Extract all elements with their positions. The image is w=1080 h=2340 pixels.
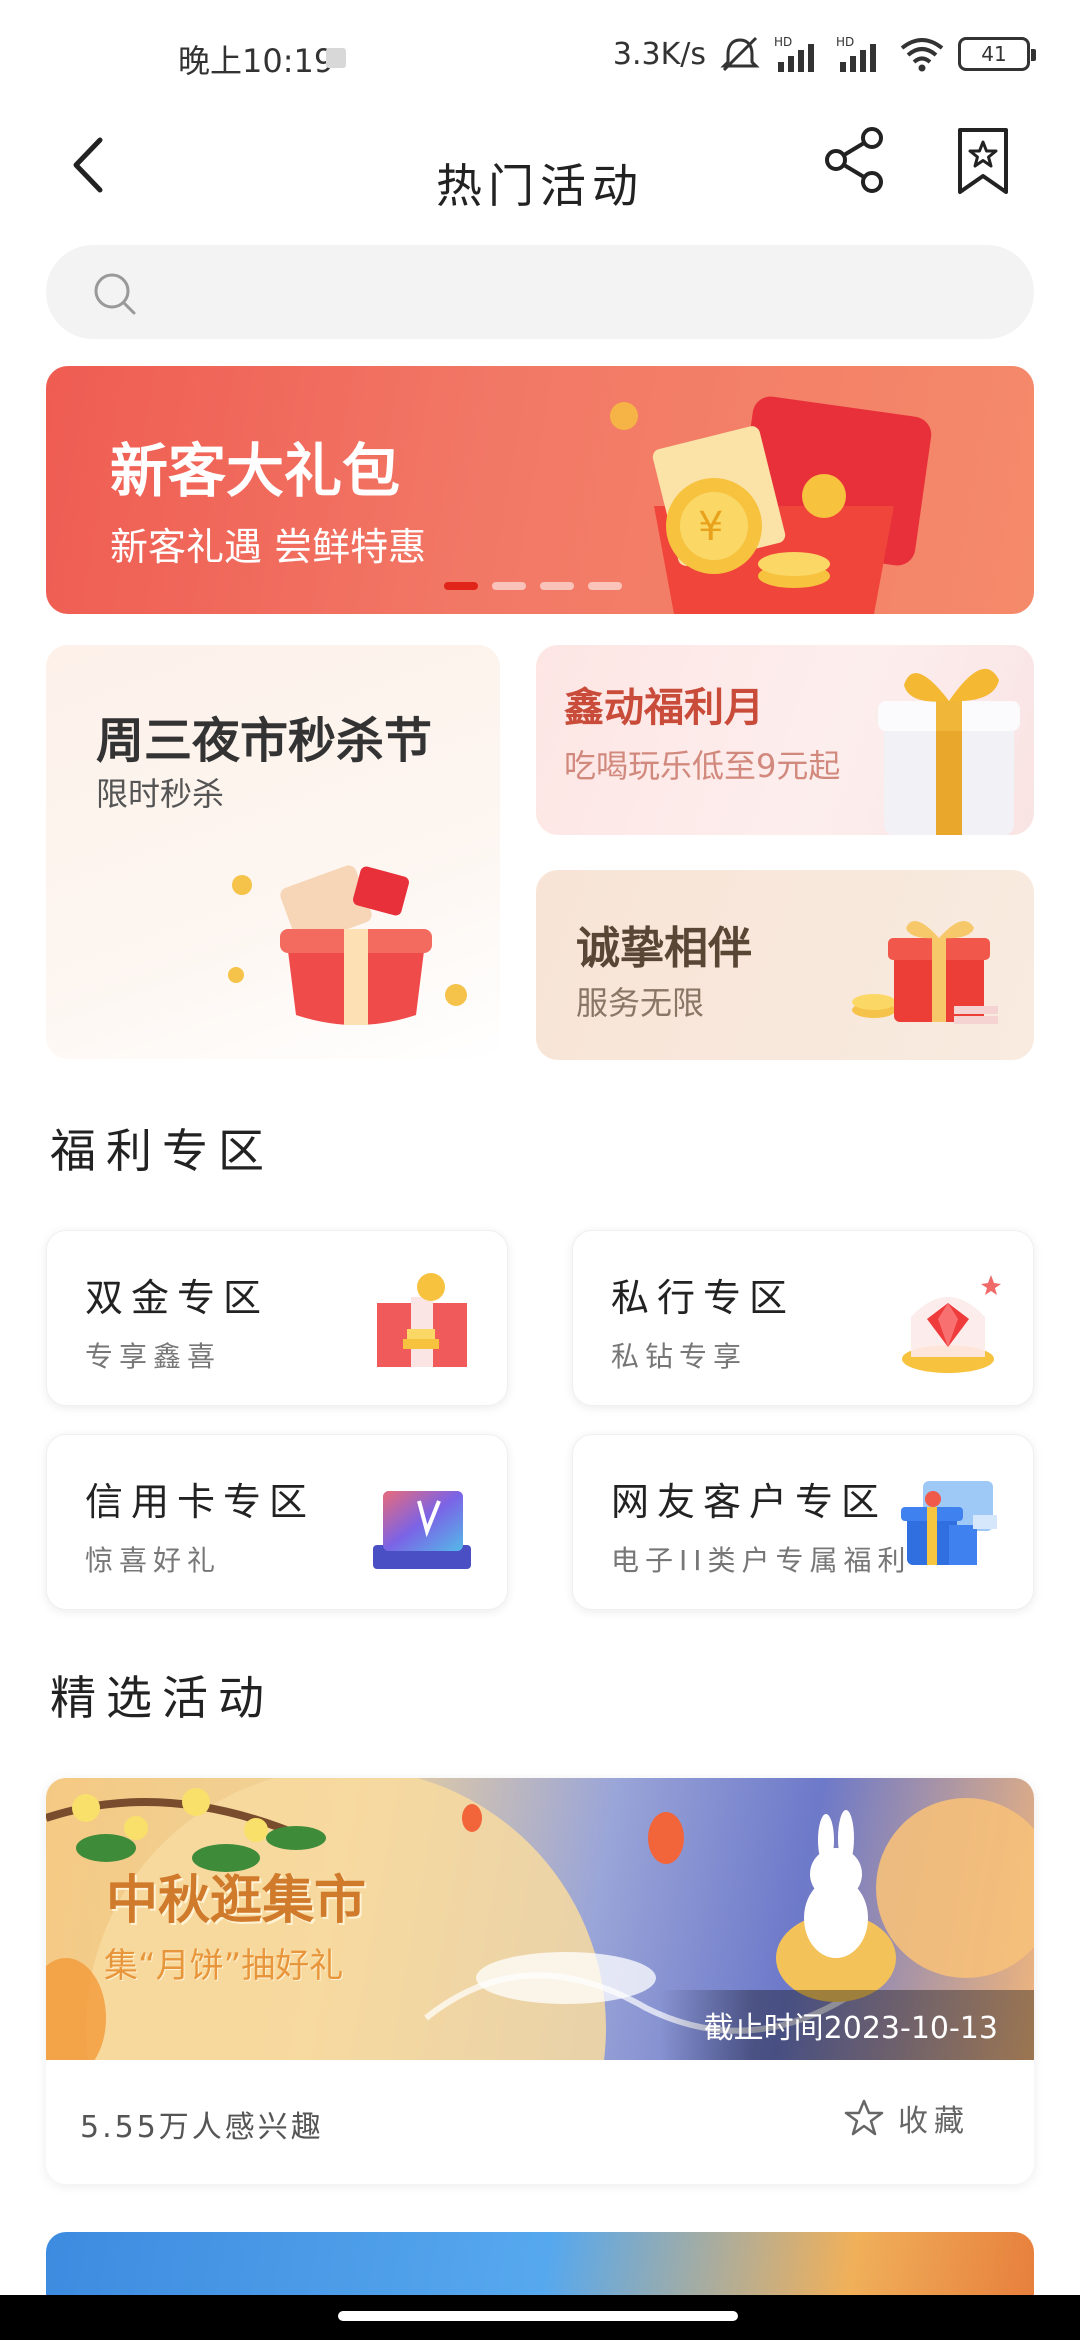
banner-dot[interactable] — [540, 582, 574, 590]
welfare-card-title: 网友客户专区 — [611, 1480, 888, 1524]
banner-dot[interactable] — [492, 582, 526, 590]
interest-count: 5.55万人感兴趣 — [80, 2110, 324, 2145]
battery-icon: 41 — [958, 37, 1036, 71]
activity-card[interactable]: 中秋逛集市 集“月饼”抽好礼 截止时间2023-10-13 5.55万人感兴趣 … — [46, 1778, 1034, 2184]
status-bar: 晚上10:19 3.3K/s HD HD 41 — [0, 0, 1080, 110]
gift-box-coupon-icon — [228, 865, 467, 1025]
svg-text:¥: ¥ — [698, 504, 723, 550]
welfare-card-credit-card[interactable]: 信用卡专区 惊喜好礼 — [46, 1434, 508, 1610]
promo-subtitle: 吃喝玩乐低至9元起 — [564, 747, 841, 785]
diamond-icon — [902, 1275, 1001, 1373]
welfare-card-subtitle: 电子II类户专属福利 — [611, 1544, 912, 1577]
network-speed: 3.3K/s — [612, 36, 706, 72]
favorite-button[interactable]: 收藏 — [844, 2096, 970, 2140]
welfare-card-netizen-customer[interactable]: 网友客户专区 电子II类户专属福利 — [572, 1434, 1034, 1610]
mute-icon — [720, 36, 760, 72]
welfare-card-subtitle: 私钻专享 — [611, 1340, 748, 1373]
promo-subtitle: 限时秒杀 — [96, 775, 225, 813]
promo-title: 诚挚相伴 — [576, 923, 752, 974]
activity-image[interactable]: 中秋逛集市 集“月饼”抽好礼 截止时间2023-10-13 — [46, 1778, 1034, 2060]
promo-welfare-month[interactable]: 鑫动福利月 吃喝玩乐低至9元起 — [536, 645, 1034, 835]
search-bar[interactable] — [46, 245, 1034, 339]
gift-box-icon — [878, 668, 1020, 835]
blue-gift-icon — [901, 1481, 997, 1565]
activities-section-title: 精选活动 — [50, 1671, 274, 1725]
welfare-section-title: 福利专区 — [50, 1124, 274, 1178]
red-envelope-illustration: ¥ — [610, 396, 932, 614]
wifi-icon — [900, 38, 944, 72]
promo-sincere-companion[interactable]: 诚挚相伴 服务无限 — [536, 870, 1034, 1060]
welfare-card-title: 双金专区 — [85, 1276, 270, 1320]
welfare-card-title: 私行专区 — [611, 1276, 796, 1320]
promo-title: 鑫动福利月 — [564, 685, 764, 731]
search-icon — [94, 273, 136, 315]
activity-deadline: 截止时间2023-10-13 — [659, 1990, 1034, 2060]
signal-icon: HD — [774, 35, 814, 72]
status-time: 晚上10:19 — [178, 42, 335, 80]
page-title: 热门活动 — [436, 159, 644, 213]
promo-title: 周三夜市秒杀节 — [96, 713, 433, 769]
welfare-card-dual-gold[interactable]: 双金专区 专享鑫喜 — [46, 1230, 508, 1406]
activity-footer: 5.55万人感兴趣 收藏 — [46, 2060, 1034, 2184]
star-icon — [844, 2099, 884, 2136]
header: 热门活动 — [0, 110, 1080, 240]
notification-icon — [326, 48, 346, 68]
banner-pagination — [444, 582, 622, 590]
battery-level: 41 — [981, 42, 1007, 66]
promo-banner[interactable]: 新客大礼包 新客礼遇 尝鲜特惠 ¥ — [46, 366, 1034, 614]
svg-text:HD: HD — [774, 35, 792, 49]
signal-icon-2: HD — [836, 35, 876, 72]
banner-dot[interactable] — [588, 582, 622, 590]
promo-wednesday-night-market[interactable]: 周三夜市秒杀节 限时秒杀 — [46, 645, 500, 1059]
favorite-label: 收藏 — [898, 2104, 970, 2139]
welfare-card-subtitle: 专享鑫喜 — [85, 1340, 222, 1373]
promo-subtitle: 服务无限 — [576, 984, 705, 1022]
svg-text:HD: HD — [836, 35, 854, 49]
bookmark-icon[interactable] — [950, 124, 1016, 198]
share-icon[interactable] — [820, 120, 890, 200]
red-gift-box-icon — [852, 920, 998, 1024]
status-indicators: 3.3K/s HD HD 41 — [612, 34, 1036, 74]
activity-title: 中秋逛集市 — [106, 1871, 367, 1931]
banner-subtitle: 新客礼遇 尝鲜特惠 — [110, 525, 427, 569]
welfare-card-subtitle: 惊喜好礼 — [85, 1544, 222, 1577]
system-nav-bar — [0, 2295, 1080, 2340]
activity-subtitle: 集“月饼”抽好礼 — [104, 1946, 344, 1986]
search-input[interactable] — [156, 265, 976, 319]
welfare-card-private-banking[interactable]: 私行专区 私钻专享 — [572, 1230, 1034, 1406]
welfare-card-title: 信用卡专区 — [85, 1480, 316, 1524]
banner-title: 新客大礼包 — [110, 437, 401, 505]
credit-card-icon — [373, 1491, 471, 1569]
home-indicator[interactable] — [338, 2311, 738, 2321]
banner-dot-active[interactable] — [444, 582, 478, 590]
gold-bar-icon — [377, 1273, 467, 1367]
